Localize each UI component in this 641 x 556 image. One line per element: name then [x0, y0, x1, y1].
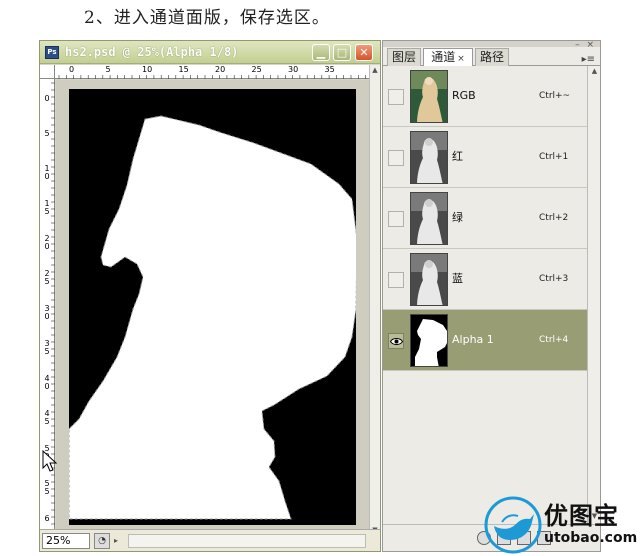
channel-row[interactable]: Alpha 1 Ctrl+4 — [383, 310, 587, 371]
mouse-pointer-icon — [42, 450, 58, 472]
channel-thumbnail — [410, 70, 448, 123]
panel-tabs: 图层 通道 × 路径 ▸≡ — [383, 46, 600, 67]
channel-row[interactable]: RGB Ctrl+~ — [383, 66, 587, 127]
document-horizontal-scrollbar[interactable] — [128, 534, 366, 548]
channel-name: Alpha 1 — [452, 333, 494, 346]
channel-thumbnail — [410, 314, 448, 367]
channel-name: 红 — [452, 150, 463, 163]
watermark-brand: 优图宝 — [544, 502, 619, 530]
channel-name: RGB — [452, 89, 476, 102]
info-icon: ◔ — [98, 536, 106, 546]
close-button[interactable]: ✕ — [355, 44, 373, 61]
document-statusbar: 25% ◔ ▸ — [40, 529, 380, 551]
channel-thumbnail — [410, 192, 448, 245]
visibility-toggle[interactable] — [388, 89, 404, 105]
channel-thumbnail — [410, 131, 448, 184]
panel-menu-icon[interactable]: ▸≡ — [582, 54, 595, 65]
document-title: hs2.psd @ 25%(Alpha 1/8) — [65, 45, 239, 59]
channel-shortcut: Ctrl+1 — [539, 152, 569, 162]
channel-name: 蓝 — [452, 272, 463, 285]
ruler-top-ticks — [58, 75, 366, 79]
channel-shortcut: Ctrl+3 — [539, 274, 569, 284]
visibility-toggle[interactable] — [388, 211, 404, 227]
close-icon: ✕ — [359, 46, 369, 59]
instruction-heading: 2、进入通道面版，保存选区。 — [84, 8, 330, 28]
document-vertical-scrollbar[interactable]: ▲ ▼ — [369, 65, 380, 537]
panel-vertical-scrollbar[interactable]: ▲ ▼ — [587, 66, 600, 524]
channel-list: RGB Ctrl+~ 红 Ctrl+1 绿 Ctrl+2 蓝 Ctrl+3 Alpha 1 Ctr… — [383, 66, 587, 524]
document-window[interactable]: Ps hs2.psd @ 25%(Alpha 1/8) ▁ □ ✕ 0 5 10 15… — [39, 40, 381, 552]
canvas-area[interactable] — [56, 80, 369, 537]
tab-close-icon[interactable]: × — [457, 54, 465, 64]
minimize-icon: ▁ — [316, 46, 326, 59]
photoshop-app-icon: Ps — [45, 46, 59, 59]
channel-shortcut: Ctrl+~ — [539, 91, 571, 101]
ruler-corner[interactable] — [40, 65, 55, 79]
alpha-mask-image — [69, 89, 356, 525]
tab-channels[interactable]: 通道 × — [423, 48, 473, 67]
document-canvas[interactable] — [69, 89, 356, 525]
maximize-button[interactable]: □ — [333, 44, 351, 61]
eye-icon — [390, 338, 403, 345]
visibility-toggle[interactable] — [388, 272, 404, 288]
channel-shortcut: Ctrl+4 — [539, 335, 569, 345]
document-titlebar[interactable]: Ps hs2.psd @ 25%(Alpha 1/8) ▁ □ ✕ — [40, 41, 380, 64]
scroll-up-icon[interactable]: ▲ — [371, 66, 379, 74]
channel-row[interactable]: 蓝 Ctrl+3 — [383, 249, 587, 310]
tab-layers[interactable]: 图层 — [387, 48, 421, 66]
maximize-icon: □ — [336, 46, 348, 59]
site-watermark: 优图宝 utobao.com — [484, 496, 641, 556]
status-info-button[interactable]: ◔ — [94, 533, 110, 549]
visibility-toggle[interactable] — [388, 150, 404, 166]
bird-logo-icon — [484, 496, 542, 554]
tab-paths[interactable]: 路径 — [475, 48, 509, 66]
channel-name: 绿 — [452, 211, 463, 224]
minimize-button[interactable]: ▁ — [312, 44, 330, 61]
channel-row[interactable]: 绿 Ctrl+2 — [383, 188, 587, 249]
zoom-level-field[interactable]: 25% — [42, 533, 90, 549]
horizontal-ruler[interactable]: 0 5 10 15 20 25 30 35 — [55, 65, 369, 79]
channels-panel[interactable]: – × 图层 通道 × 路径 ▸≡ RGB Ctrl+~ 红 Ctrl+1 绿 Ctrl+2… — [382, 40, 601, 552]
channel-thumbnail — [410, 253, 448, 306]
panel-scroll-up-icon[interactable]: ▲ — [590, 67, 599, 76]
watermark-url: utobao.com — [544, 530, 638, 546]
visibility-toggle[interactable] — [388, 333, 404, 349]
channel-row[interactable]: 红 Ctrl+1 — [383, 127, 587, 188]
status-menu-arrow-icon[interactable]: ▸ — [114, 533, 124, 549]
channel-shortcut: Ctrl+2 — [539, 213, 569, 223]
